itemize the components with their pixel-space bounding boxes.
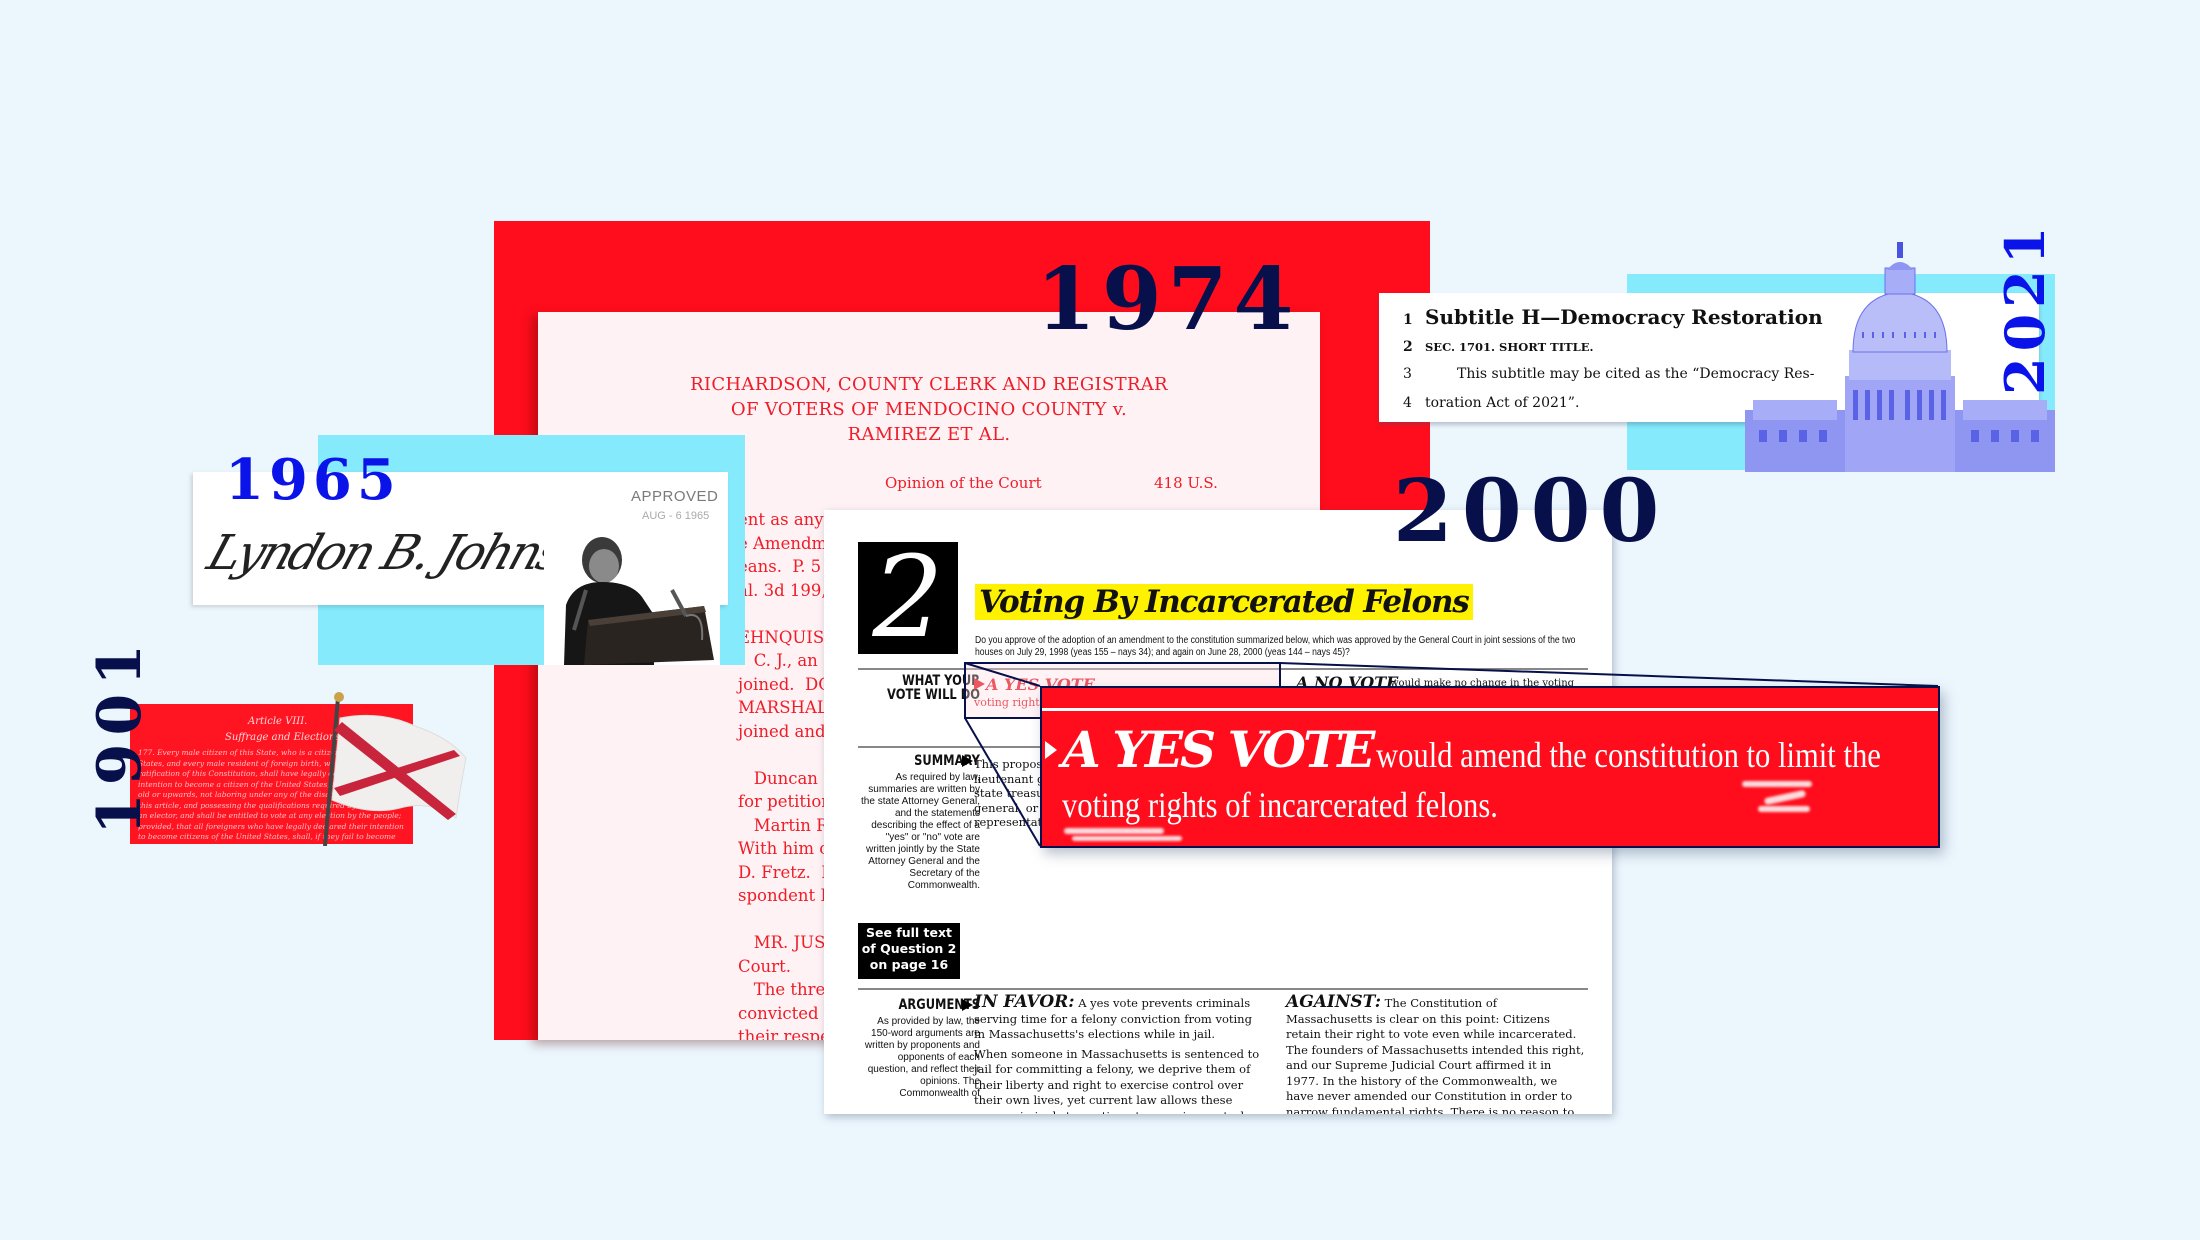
year-label-1965: 1965: [225, 447, 401, 513]
callout-line-1: A YES VOTE would amend the constitution …: [1062, 720, 1882, 779]
against-lead: AGAINST:: [1286, 992, 1381, 1012]
chalk-underline: [1064, 828, 1164, 834]
argument-in-favor: IN FAVOR: A yes vote prevents criminals …: [974, 992, 1260, 1115]
divider: [858, 668, 1588, 670]
chalk-underline: [1742, 781, 1812, 787]
arrow-icon: [962, 755, 973, 767]
yes-vote-callout: A YES VOTE would amend the constitution …: [1040, 686, 1940, 848]
page-reference: 418 U.S.: [1154, 474, 1218, 492]
president-signing-icon: [544, 520, 720, 665]
question-title: Voting By Incarcerated Felons: [975, 584, 1473, 620]
section-what-your-vote: WHAT YOUR VOTE WILL DO: [887, 673, 980, 703]
caption-line: RICHARDSON, COUNTY CLERK AND REGISTRAR: [690, 374, 1168, 395]
argument-against: AGAINST: The Constitution of Massachuset…: [1286, 992, 1585, 1115]
chalk-scribble: [1763, 789, 1807, 806]
year-label-1974: 1974: [1036, 249, 1300, 350]
running-head: Opinion of the Court: [885, 474, 1042, 492]
arrow-icon: [974, 678, 985, 690]
in-favor-lead: IN FAVOR:: [974, 992, 1075, 1012]
summary-note: As required by law, summaries are writte…: [861, 772, 980, 891]
arrow-icon: [962, 999, 973, 1011]
arguments-note: As provided by law, the 150-word argumen…: [864, 1016, 980, 1099]
bill-line: 2 SEC. 1701. SHORT TITLE.: [1403, 339, 1594, 355]
caption-line: OF VOTERS OF MENDOCINO COUNTY v.: [730, 399, 1128, 420]
article-heading: Article VIII.: [248, 716, 308, 727]
arrow-icon: [1045, 741, 1057, 759]
callout-line-2: voting rights of incarcerated felons.: [1062, 785, 1498, 825]
alabama-flag-icon: [323, 692, 467, 846]
year-label-2021: 2021: [1993, 220, 2057, 395]
chalk-scribble: [1758, 806, 1810, 812]
approved-stamp: APPROVED: [631, 488, 719, 505]
chalk-underline: [1072, 836, 1182, 841]
year-label-2000: 2000: [1393, 461, 1669, 562]
question-number: 2: [858, 542, 958, 654]
year-label-1901: 1901: [85, 636, 155, 835]
divider: [1042, 708, 1938, 711]
signing-photo: [544, 520, 720, 665]
bill-line: 4 toration Act of 2021”.: [1403, 395, 1580, 411]
callout-lead: A YES VOTE: [1062, 720, 1375, 779]
question-text: Do you approve of the adoption of an ame…: [975, 635, 1576, 658]
see-full-text-box: See full text of Question 2 on page 16: [858, 923, 960, 979]
divider: [858, 988, 1588, 990]
